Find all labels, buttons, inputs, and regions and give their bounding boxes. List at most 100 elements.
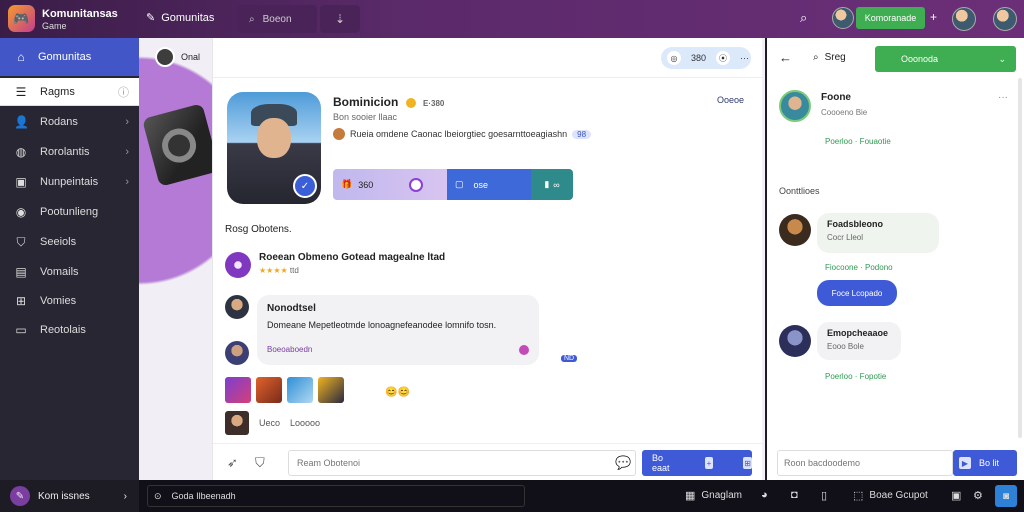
right-search[interactable]: ⌕ Sreg (813, 52, 846, 63)
chat-bubble-link[interactable]: Boeoaboedn (267, 345, 312, 354)
verified-badge-icon: ✓ (293, 174, 317, 198)
sidebar-item-0[interactable]: ☰ Ragms ⓘ (0, 78, 139, 106)
profile-tag[interactable]: 98 (572, 129, 592, 139)
bottom-monitor-icon[interactable]: ▣ (951, 489, 961, 502)
bottom-search[interactable]: ⊙ Goda Ilbeenadh (147, 485, 525, 507)
friend-avatar[interactable] (952, 7, 976, 31)
stat-coins[interactable]: 🎁 360 (333, 169, 447, 200)
send-button[interactable]: Bo eaat + ⊞ (642, 450, 752, 476)
stat-section[interactable]: ▢ ose (447, 169, 531, 200)
sidebar-item-1[interactable]: 👤 Rodans › (0, 108, 139, 136)
top-search-field[interactable]: ⌕ Boeon (237, 5, 317, 33)
info-icon: ⓘ (118, 86, 129, 99)
right-link[interactable]: Poerloo · Fopotie (825, 372, 886, 381)
header-pill[interactable]: ◎ 380 ⦿ ··· (661, 47, 751, 69)
message-avatar[interactable] (779, 325, 811, 357)
chat-icon[interactable]: 💬 (615, 455, 631, 471)
right-message-input[interactable] (777, 450, 953, 476)
sent-message-bubble[interactable]: Foce Lcopado (817, 280, 897, 306)
thumbnail[interactable] (287, 377, 313, 403)
search-icon: ⌕ (813, 52, 819, 63)
sidebar-item-4[interactable]: ◉ Pootunlieng (0, 198, 139, 226)
channel-avatar (155, 47, 175, 67)
sidebar-item-7[interactable]: ⊞ Vomies (0, 287, 139, 315)
list-icon: ☰ (15, 84, 27, 99)
app-logo-icon[interactable]: 🎮 (8, 5, 35, 32)
top-action-button[interactable]: Komoranade (856, 7, 925, 29)
footer-text-a: Ueco (259, 418, 281, 428)
chat-avatar[interactable] (225, 295, 249, 319)
download-button[interactable]: ⇣ (320, 5, 360, 33)
chat-avatar[interactable] (225, 341, 249, 365)
profile-badge: E·380 (423, 99, 445, 108)
battery-icon: ▮ (544, 179, 550, 189)
post-meta: ★★★★ ttd (259, 266, 445, 275)
window-icon: ▯ (821, 490, 828, 502)
scrollbar[interactable] (1018, 78, 1022, 438)
sidebar-item-5[interactable]: ⛉ Seeiols (0, 228, 139, 256)
footer-row: Ueco Looooo (225, 411, 320, 435)
right-action-dropdown[interactable]: Ooonoda ⌄ (875, 46, 1016, 72)
bottom-controller-icon[interactable]: ◘ (791, 489, 798, 501)
post-item[interactable]: Roeean Obmeno Gotead magealne ltad ★★★★ … (225, 252, 445, 278)
thumbnail[interactable] (225, 377, 251, 403)
bottom-item-1[interactable]: ▦ Gnaglam (685, 489, 742, 502)
monitor-icon: ▣ (951, 490, 962, 502)
sidebar-item-2[interactable]: ◍ Rorolantis › (0, 138, 139, 166)
bottom-window-icon[interactable]: ▯ (821, 489, 827, 502)
thumbnail[interactable] (318, 377, 344, 403)
right-link[interactable]: Poerloo · Fouaotie (825, 137, 891, 146)
footer-avatar[interactable] (225, 411, 249, 435)
bottom-steam-icon[interactable]: ◕ (761, 489, 768, 501)
notification-icon[interactable]: ◙ (995, 485, 1017, 507)
post-meta-text: ttd (289, 266, 299, 275)
right-panel: ← ⌕ Sreg Ooonoda ⌄ Foone Coooeno Bie ···… (765, 38, 1024, 480)
attach-icon: + (704, 457, 714, 469)
message-bubble[interactable]: Foadsbleono Cocr Lleol (817, 213, 939, 253)
thumbnail[interactable] (256, 377, 282, 403)
user-avatar[interactable] (832, 7, 854, 29)
coin-icon: ◎ (667, 51, 681, 65)
send-icon: ▶ (959, 457, 971, 469)
sidebar-item-community[interactable]: ⌂ Gomunitas (0, 38, 139, 76)
message-input[interactable] (288, 450, 636, 476)
chest-icon: 🎁 (341, 179, 353, 189)
bottom-item-1-label: Gnaglam (701, 490, 742, 501)
right-section-title: Oonttlioes (779, 186, 820, 196)
sidebar-item-3[interactable]: ▣ Nunpeintais › (0, 168, 139, 196)
chat-bubble[interactable]: Nonodtsel Domeane Mepetleotmde lonoagnef… (257, 295, 539, 365)
bottom-item-2[interactable]: ⬚ Boae Gcupot (853, 489, 928, 502)
message-bubble[interactable]: Emopcheaaoe Eooo Bole (817, 322, 901, 360)
emoji-reaction[interactable]: 😊😊 (385, 387, 410, 398)
bottom-gear-icon[interactable]: ⚙ (973, 489, 983, 502)
profile-more-link[interactable]: Ooeoe (717, 95, 744, 105)
reaction-icon[interactable] (519, 345, 529, 355)
more-icon[interactable]: ··· (998, 92, 1008, 103)
right-action-label: Ooonoda (901, 54, 939, 64)
message-avatar[interactable] (779, 214, 811, 246)
sidebar-item-6[interactable]: ▤ Vomails (0, 258, 139, 286)
add-icon[interactable]: + (930, 10, 937, 24)
stat-link[interactable]: ▮ ∞ (531, 169, 573, 200)
right-send-button[interactable]: ▶ Bo lit (953, 450, 1017, 476)
right-link[interactable]: Fiocoone · Podono (825, 263, 893, 272)
sidebar-item-label: Gomunitas (38, 51, 92, 63)
right-profile-avatar[interactable] (779, 90, 811, 122)
back-arrow-icon[interactable]: ← (779, 50, 792, 65)
profile-avatar[interactable] (993, 7, 1017, 31)
global-search-icon[interactable]: ⌕ (800, 10, 807, 26)
shield-icon[interactable]: ⛉ (255, 455, 265, 471)
ring-icon (409, 177, 424, 192)
post-avatar (225, 252, 251, 278)
community-nav-button[interactable]: ✎ Gomunitas (146, 11, 214, 25)
reply-tag[interactable]: ND (561, 355, 578, 362)
rocket-icon[interactable]: ➶ (227, 455, 238, 471)
sidebar-item-8[interactable]: ▭ Reotolais (0, 316, 139, 344)
user-icon: 👤 (14, 115, 29, 129)
sidebar-bottom-item[interactable]: ✎ Kom issnes › (0, 480, 139, 512)
rating-stars: ★★★★ (259, 266, 288, 275)
chevron-down-icon: ⌄ (998, 53, 1006, 64)
chart-icon: ▤ (15, 265, 27, 279)
channel-chip[interactable]: Onal (155, 47, 200, 67)
profile-name-row: Bominicion E·380 (333, 95, 444, 109)
